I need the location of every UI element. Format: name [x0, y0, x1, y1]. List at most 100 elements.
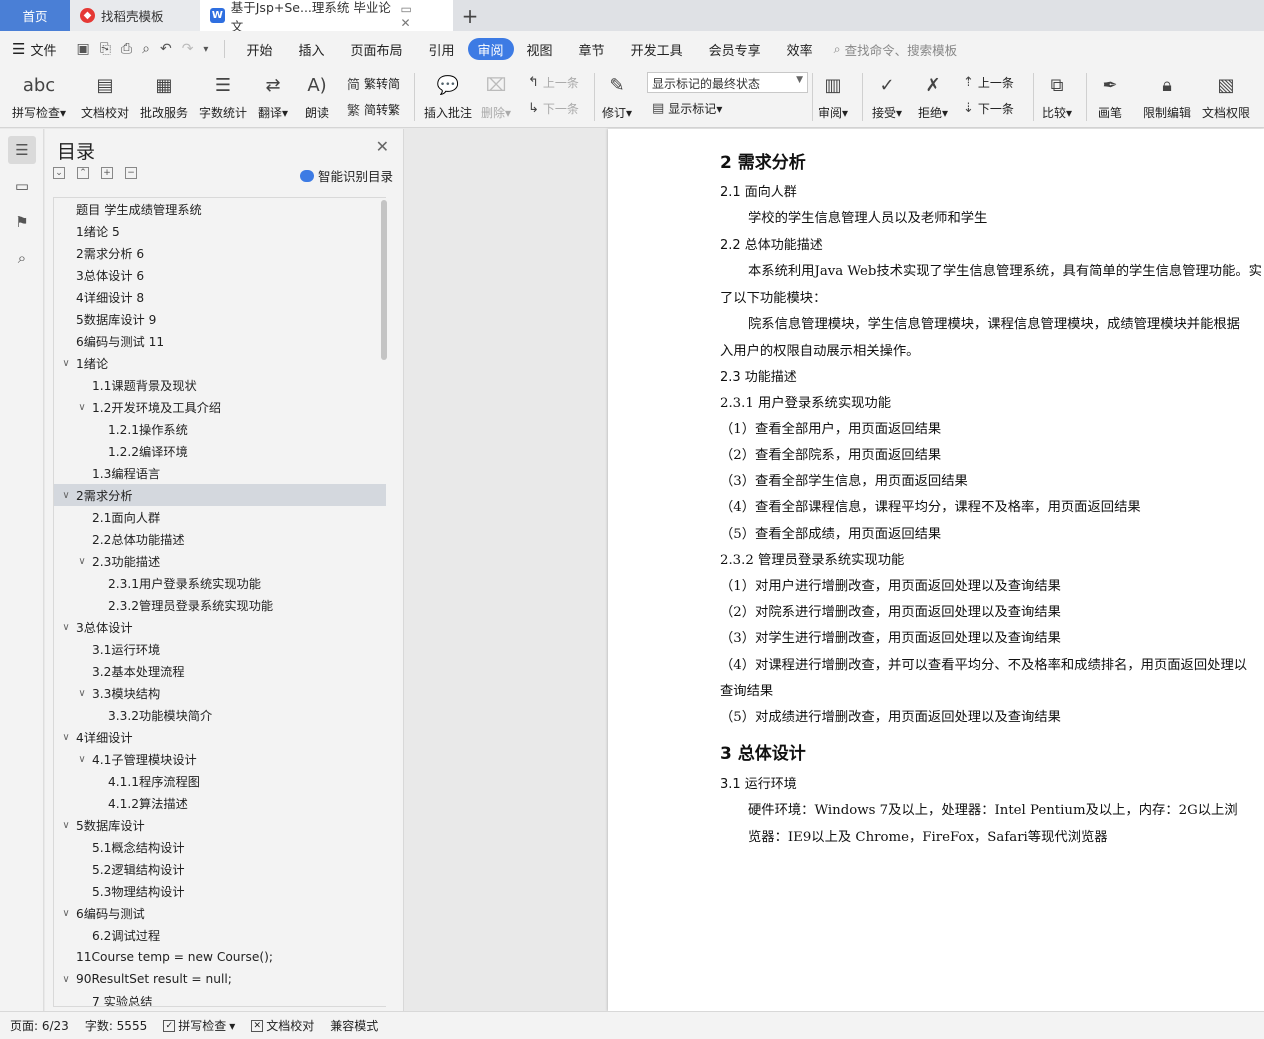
chevron-down-icon[interactable]: ∨	[60, 622, 72, 633]
next-change-button[interactable]: ⇣ 下一条	[963, 100, 1014, 117]
delete-comment-button[interactable]: ⌧ 删除▾	[481, 71, 511, 121]
menu-tab-4[interactable]: 审阅	[467, 38, 514, 60]
print-icon[interactable]: ⎙	[121, 41, 132, 57]
toc-item[interactable]: 1.2.2编译环境	[54, 440, 386, 462]
toc-item[interactable]: ∨ 6编码与测试	[54, 902, 386, 924]
toc-item[interactable]: 6.2调试过程	[54, 924, 386, 946]
toc-item[interactable]: 题目 学生成绩管理系统	[54, 198, 386, 220]
prev-comment-button[interactable]: ↰ 上一条	[528, 74, 579, 91]
chevron-down-icon[interactable]: ∨	[60, 908, 72, 919]
toc-item[interactable]: ∨ 5数据库设计	[54, 814, 386, 836]
file-menu-button[interactable]: ☰ 文件	[0, 40, 68, 59]
chevron-down-icon[interactable]: ∨	[76, 688, 88, 699]
spell-check-button[interactable]: abc 拼写检查▾	[12, 71, 66, 121]
toc-item[interactable]: 7 实验总结	[54, 990, 386, 1006]
track-changes-button[interactable]: ✎ 修订▾	[602, 71, 632, 121]
toc-item[interactable]: ∨ 1绪论	[54, 352, 386, 374]
menu-tab-8[interactable]: 会员专享	[696, 38, 774, 60]
toc-item[interactable]: 3.1运行环境	[54, 638, 386, 660]
simp-to-trad-button[interactable]: 繁简转繁	[347, 100, 400, 119]
toc-item[interactable]: ∨ 4详细设计	[54, 726, 386, 748]
bookmark-icon[interactable]: ⚑	[8, 208, 36, 236]
toc-item[interactable]: 2.2总体功能描述	[54, 528, 386, 550]
toc-item[interactable]: ∨ 3总体设计	[54, 616, 386, 638]
command-search[interactable]: ⌕ 查找命令、搜索模板	[834, 40, 958, 59]
toc-item[interactable]: ∨ 2需求分析	[54, 484, 386, 506]
compare-button[interactable]: ⧉ 比较▾	[1042, 71, 1072, 121]
chevron-down-icon[interactable]: ∨	[60, 820, 72, 831]
toc-item[interactable]: 2.1面向人群	[54, 506, 386, 528]
toc-item[interactable]: 11Course temp = new Course();	[54, 946, 386, 968]
restrict-edit-button[interactable]: 🔒︎ 限制编辑	[1143, 71, 1191, 121]
word-count-indicator[interactable]: 字数: 5555	[85, 1017, 147, 1034]
menu-tab-2[interactable]: 页面布局	[337, 38, 415, 60]
customize-toolbar-icon[interactable]: ▾	[203, 44, 208, 55]
toc-item[interactable]: 4.1.2算法描述	[54, 792, 386, 814]
show-markup-button[interactable]: ▤ 显示标记▾	[652, 100, 722, 117]
chevron-down-icon[interactable]: ∨	[60, 974, 72, 985]
tab-template-store[interactable]: ◆ 找稻壳模板	[70, 0, 200, 31]
pen-button[interactable]: ✒ 画笔	[1097, 71, 1123, 121]
export-icon[interactable]: ⎘	[100, 41, 111, 57]
trad-to-simp-button[interactable]: 简繁转简	[347, 74, 400, 93]
prev-change-button[interactable]: ⇡ 上一条	[963, 74, 1014, 91]
close-icon[interactable]: ✕	[376, 137, 389, 156]
toc-item[interactable]: 3.3.2功能模块简介	[54, 704, 386, 726]
chapter-nav-icon[interactable]: ▭	[8, 172, 36, 200]
toc-item[interactable]: 5.3物理结构设计	[54, 880, 386, 902]
toc-item[interactable]: 4详细设计 8	[54, 286, 386, 308]
redo-icon[interactable]: ↷	[182, 41, 194, 57]
toc-item[interactable]: ∨ 2.3功能描述	[54, 550, 386, 572]
read-aloud-button[interactable]: A) 朗读	[304, 71, 330, 121]
accept-change-button[interactable]: ✓ 接受▾	[872, 71, 902, 121]
tab-document[interactable]: W 基于Jsp+Se...理系统 毕业论文 ▭ ✕	[200, 0, 453, 34]
chevron-down-icon[interactable]: ∨	[76, 556, 88, 567]
save-icon[interactable]: ▣	[76, 41, 89, 57]
toc-item[interactable]: ∨ 3.3模块结构	[54, 682, 386, 704]
toc-item[interactable]: 6编码与测试 11	[54, 330, 386, 352]
smart-toc-button[interactable]: 智能识别目录	[299, 166, 393, 185]
toc-item[interactable]: ∨ 90ResultSet result = null;	[54, 968, 386, 990]
menu-tab-0[interactable]: 开始	[233, 38, 285, 60]
add-heading-icon[interactable]: +	[101, 167, 113, 179]
toc-item[interactable]: ∨ 1.2开发环境及工具介绍	[54, 396, 386, 418]
doc-permission-button[interactable]: ▧ 文档权限	[1202, 71, 1250, 121]
menu-tab-7[interactable]: 开发工具	[618, 38, 696, 60]
toc-item[interactable]: 1绪论 5	[54, 220, 386, 242]
undo-icon[interactable]: ↶	[160, 41, 172, 57]
toc-item[interactable]: 3总体设计 6	[54, 264, 386, 286]
toc-item[interactable]: 5.1概念结构设计	[54, 836, 386, 858]
chevron-down-icon[interactable]: ∨	[60, 490, 72, 501]
spell-check-status[interactable]: ✓ 拼写检查 ▾	[163, 1017, 235, 1034]
toc-item[interactable]: 1.2.1操作系统	[54, 418, 386, 440]
toc-item[interactable]: 2需求分析 6	[54, 242, 386, 264]
next-comment-button[interactable]: ↳ 下一条	[528, 100, 579, 117]
doc-proof-button[interactable]: ▤ 文档校对	[81, 71, 129, 121]
toc-item[interactable]: 1.1课题背景及现状	[54, 374, 386, 396]
word-count-button[interactable]: ☰ 字数统计	[199, 71, 247, 121]
chevron-down-icon[interactable]: ∨	[76, 754, 88, 765]
menu-tab-1[interactable]: 插入	[285, 38, 337, 60]
toc-item[interactable]: 2.3.1用户登录系统实现功能	[54, 572, 386, 594]
menu-tab-6[interactable]: 章节	[566, 38, 618, 60]
toc-scrollbar[interactable]	[381, 200, 387, 360]
search-icon[interactable]: ⌕	[8, 244, 36, 272]
toc-item[interactable]: 3.2基本处理流程	[54, 660, 386, 682]
remove-heading-icon[interactable]: −	[125, 167, 137, 179]
menu-tab-3[interactable]: 引用	[416, 38, 468, 60]
expand-all-icon[interactable]: ⌃	[77, 167, 89, 179]
tab-actions[interactable]: ▭ ✕	[401, 2, 444, 30]
new-tab-button[interactable]: +	[453, 0, 487, 31]
toc-item[interactable]: 1.3编程语言	[54, 462, 386, 484]
toc-item[interactable]: 4.1.1程序流程图	[54, 770, 386, 792]
chevron-down-icon[interactable]: ∨	[76, 402, 88, 413]
translate-button[interactable]: ⇄ 翻译▾	[258, 71, 288, 121]
collapse-all-icon[interactable]: ⌄	[53, 167, 65, 179]
menu-tab-5[interactable]: 视图	[514, 38, 566, 60]
toc-item[interactable]: 2.3.2管理员登录系统实现功能	[54, 594, 386, 616]
insert-comment-button[interactable]: 💬 插入批注	[424, 71, 472, 121]
print-preview-icon[interactable]: ⌕	[142, 41, 150, 57]
markup-state-select[interactable]: 显示标记的最终状态 ▼	[647, 72, 808, 93]
toc-item[interactable]: 5.2逻辑结构设计	[54, 858, 386, 880]
menu-tab-9[interactable]: 效率	[774, 38, 826, 60]
